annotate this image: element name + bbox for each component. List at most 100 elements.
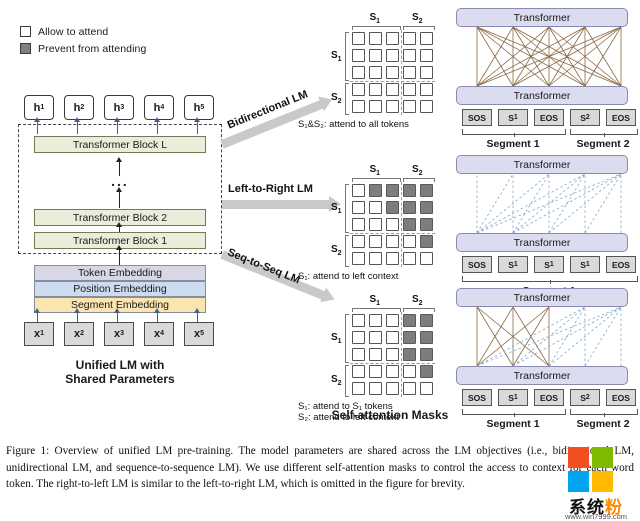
mask-cell — [420, 184, 433, 197]
mask-cell — [386, 66, 399, 79]
segment-label: Segment 1 — [486, 138, 540, 150]
mask-cell — [403, 32, 416, 45]
mask-cell — [352, 314, 365, 327]
arrow-x5-to-embedding — [193, 308, 202, 322]
mask-cell — [369, 365, 382, 378]
input-x2: x2 — [64, 322, 94, 346]
watermark-url: www.win7999.com — [564, 512, 628, 521]
mask-cell — [386, 252, 399, 265]
arrow-embedding-to-block1 — [115, 245, 124, 266]
prevent-swatch-icon — [20, 43, 31, 54]
mask-cell — [352, 252, 365, 265]
legend: Allow to attend Prevent from attending — [20, 24, 220, 58]
mask-cell — [386, 314, 399, 327]
mask-cell — [352, 32, 365, 45]
unified-lm-caption: Unified LM with Shared Parameters — [18, 358, 222, 386]
mask-cell — [386, 201, 399, 214]
mask-cell — [420, 252, 433, 265]
mask-cell — [352, 49, 365, 62]
mask-cell — [386, 83, 399, 96]
unified-lm-caption-line1: Unified LM with — [75, 358, 165, 372]
token-box: EOS — [606, 109, 636, 126]
mask-cell — [420, 49, 433, 62]
mask-cell — [369, 252, 382, 265]
mask-cell — [403, 252, 416, 265]
row-label-s2: S2 — [331, 374, 342, 387]
row-bracket — [345, 314, 349, 363]
mask-cell — [386, 365, 399, 378]
seq-to-seq-lm-arrow-label: Seq-to-Seq LM — [225, 246, 302, 287]
mask-cell — [403, 66, 416, 79]
row-bracket — [345, 83, 349, 115]
mask-cell — [386, 184, 399, 197]
mask-cell — [386, 32, 399, 45]
mask-cell — [369, 348, 382, 361]
mask-cell — [420, 32, 433, 45]
mask-cell — [420, 331, 433, 344]
token-box: EOS — [606, 389, 636, 406]
col-bracket — [352, 178, 401, 182]
attention-wires — [476, 306, 622, 367]
segment-bracket — [462, 409, 566, 417]
mask-cell — [369, 32, 382, 45]
mask-cell — [403, 184, 416, 197]
segment-divider-vertical — [401, 30, 402, 115]
col-bracket — [403, 308, 435, 312]
token-box: S1 — [498, 389, 528, 406]
mask-cell — [420, 314, 433, 327]
mask-cell — [420, 218, 433, 231]
col-label-s1: S1 — [369, 12, 381, 25]
mask-cell — [352, 382, 365, 395]
mask-cell — [403, 235, 416, 248]
mask-cell — [420, 66, 433, 79]
arrow-block2-to-dots — [115, 187, 124, 208]
mask-cell — [386, 348, 399, 361]
mask-cell — [352, 100, 365, 113]
token-box: SOS — [462, 109, 492, 126]
mask-cell — [403, 331, 416, 344]
legend-item-prevent: Prevent from attending — [20, 41, 220, 56]
token-embedding: Token Embedding — [34, 265, 206, 281]
segment-divider-horizontal — [350, 363, 435, 364]
segment-label: Segment 1 — [486, 418, 540, 430]
mask-cell — [386, 382, 399, 395]
segment-bracket — [462, 276, 638, 284]
row-label-s1: S1 — [331, 49, 342, 63]
segment-bracket — [570, 409, 638, 417]
mask-cell — [403, 348, 416, 361]
row-label-s2: S2 — [331, 92, 342, 105]
token-box: EOS — [534, 109, 564, 126]
token-box: EOS — [606, 256, 636, 273]
token-box: S1 — [498, 256, 528, 273]
mask-caption: S₁: attend to left context — [298, 271, 398, 282]
mask-cell — [369, 218, 382, 231]
mask-cell — [352, 66, 365, 79]
mask-cell — [420, 382, 433, 395]
allow-swatch-icon — [20, 26, 31, 37]
position-embedding: Position Embedding — [34, 281, 206, 297]
mask-cell — [369, 83, 382, 96]
mask-cell — [352, 83, 365, 96]
mask-cell — [403, 218, 416, 231]
col-label-s2: S2 — [412, 164, 423, 177]
row-bracket — [345, 32, 349, 81]
row-bracket — [345, 184, 349, 233]
input-token-row: x1 x2 x3 x4 x5 — [24, 322, 214, 346]
col-label-s1: S1 — [369, 164, 381, 177]
mask-cell — [420, 235, 433, 248]
segment-divider-vertical — [401, 312, 402, 397]
mask-cell — [386, 218, 399, 231]
transformer-block-L: Transformer Block L — [34, 136, 206, 153]
col-bracket — [403, 178, 435, 182]
arrow-x3-to-embedding — [113, 308, 122, 322]
mask-cell — [403, 83, 416, 96]
microsoft-logo-icon — [568, 447, 614, 493]
col-label-s1: S1 — [369, 294, 381, 307]
mask-cell — [352, 348, 365, 361]
token-box: SOS — [462, 256, 492, 273]
row-label-s1: S1 — [331, 201, 342, 215]
row-bracket — [345, 365, 349, 397]
row-label-s1: S1 — [331, 331, 342, 345]
mask-cell — [403, 314, 416, 327]
mask-cell — [369, 66, 382, 79]
